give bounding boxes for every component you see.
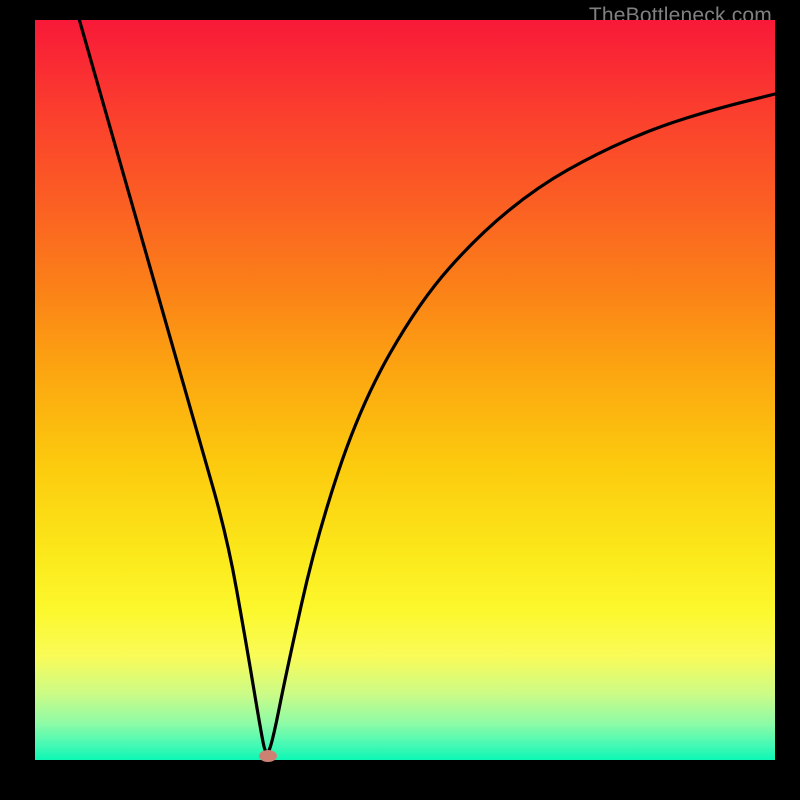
optimum-marker bbox=[259, 750, 277, 762]
chart-frame: TheBottleneck.com bbox=[0, 0, 800, 800]
curve-svg bbox=[35, 20, 775, 760]
bottleneck-curve bbox=[79, 20, 775, 752]
plot-area bbox=[35, 20, 775, 760]
